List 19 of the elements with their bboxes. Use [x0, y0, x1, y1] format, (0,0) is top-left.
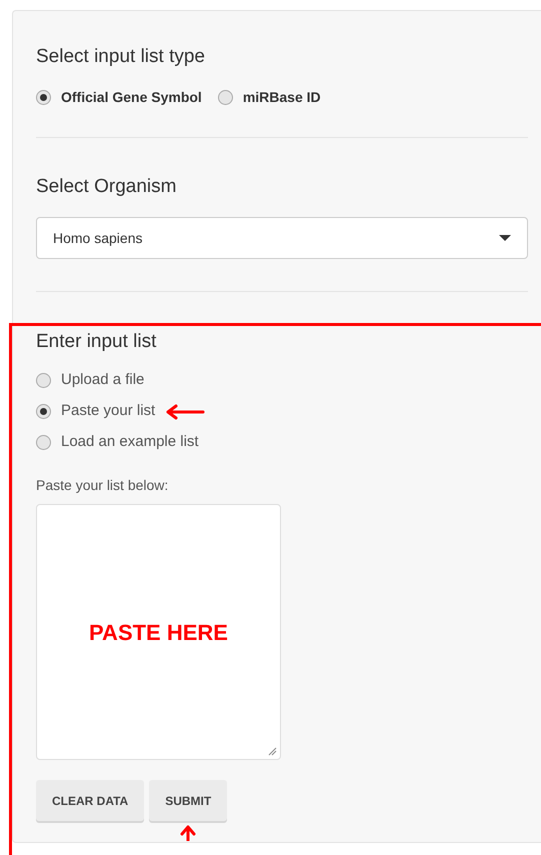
- section-title: Select input list type: [36, 45, 206, 69]
- clear-data-button[interactable]: CLEAR DATA: [36, 780, 144, 821]
- resize-handle-icon: [268, 747, 277, 756]
- radio-label[interactable]: miRBase ID: [242, 86, 321, 108]
- paste-hint-annotation: PASTE HERE: [89, 618, 228, 646]
- organism-select[interactable]: Homo sapiens: [36, 217, 528, 259]
- submit-button[interactable]: SUBMIT: [149, 780, 228, 821]
- section-title: Select Organism: [36, 175, 178, 199]
- radio-label[interactable]: Official Gene Symbol: [61, 86, 202, 108]
- dropdown-caret-icon: [499, 234, 511, 242]
- list-textarea[interactable]: PASTE HERE: [36, 504, 281, 760]
- select-value: Homo sapiens: [53, 228, 142, 248]
- section-title: Enter input list: [36, 330, 158, 354]
- radio-label[interactable]: Load an example list: [61, 431, 199, 454]
- pointer-arrow-annotation: [165, 404, 206, 420]
- pointer-arrow-annotation: [180, 825, 196, 841]
- radio-label[interactable]: Paste your list: [61, 400, 156, 423]
- field-label: Paste your list below:: [36, 476, 170, 495]
- radio-label[interactable]: Upload a file: [61, 369, 144, 392]
